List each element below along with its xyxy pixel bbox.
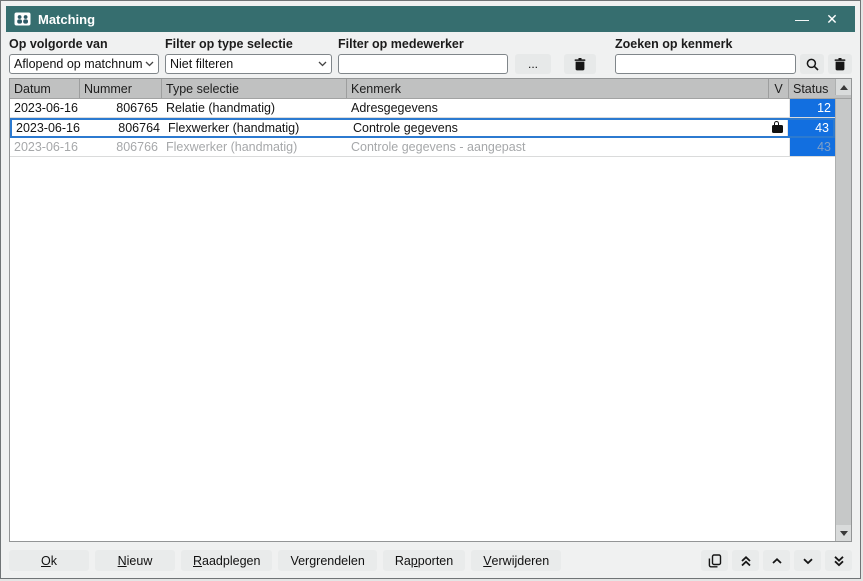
cell-datum: 2023-06-16 <box>12 120 82 136</box>
first-record-button[interactable] <box>732 550 759 571</box>
cell-datum: 2023-06-16 <box>10 99 80 117</box>
titlebar: Matching — ✕ <box>6 6 855 32</box>
column-header-type[interactable]: Type selectie <box>162 79 347 98</box>
search-icon <box>806 58 819 71</box>
trash-icon <box>574 58 586 71</box>
verwijderen-button[interactable]: Verwijderen <box>471 550 561 571</box>
type-filter-label: Filter op type selectie <box>165 37 332 51</box>
table-row[interactable]: 2023-06-16 806765 Relatie (handmatig) Ad… <box>10 99 835 118</box>
cell-locked <box>767 120 787 136</box>
cell-status: 43 <box>787 120 833 136</box>
ok-button[interactable]: Ok <box>9 550 89 571</box>
filter-bar: Op volgorde van Aflopend op matchnummer … <box>9 37 852 74</box>
bottom-button-bar: Ok Nieuw Raadplegen Vergrendelen Rapport… <box>9 550 852 571</box>
kenmerk-search-label: Zoeken op kenmerk <box>615 37 852 51</box>
vertical-scrollbar[interactable] <box>835 99 851 541</box>
type-filter-select[interactable]: Niet filteren <box>165 54 332 74</box>
next-record-button[interactable] <box>794 550 821 571</box>
table-body: 2023-06-16 806765 Relatie (handmatig) Ad… <box>10 99 851 541</box>
triangle-up-icon <box>840 85 848 90</box>
table-row[interactable]: 2023-06-16 806766 Flexwerker (handmatig)… <box>10 138 835 157</box>
cell-type: Flexwerker (handmatig) <box>164 120 349 136</box>
double-chevron-down-icon <box>833 555 845 567</box>
kenmerk-search-button[interactable] <box>800 54 824 74</box>
cell-nummer: 806766 <box>80 138 162 156</box>
close-button[interactable]: ✕ <box>817 7 847 31</box>
kenmerk-search-input[interactable] <box>615 54 796 74</box>
cell-nummer: 806765 <box>80 99 162 117</box>
previous-record-button[interactable] <box>763 550 790 571</box>
chevron-down-icon <box>145 61 154 67</box>
minimize-button[interactable]: — <box>787 7 817 31</box>
cell-datum: 2023-06-16 <box>10 138 80 156</box>
cell-status: 43 <box>789 138 835 156</box>
filter-group-type: Filter op type selectie Niet filteren <box>165 37 332 74</box>
table-empty-area <box>10 157 835 541</box>
rows-area: 2023-06-16 806765 Relatie (handmatig) Ad… <box>10 99 835 541</box>
lock-icon <box>772 125 783 134</box>
trash-icon <box>834 58 846 71</box>
order-select[interactable]: Aflopend op matchnummer <box>9 54 159 74</box>
filter-group-medewerker: Filter op medewerker ... <box>338 37 596 74</box>
order-select-value: Aflopend op matchnummer <box>14 57 143 71</box>
duplicate-button[interactable] <box>701 550 728 571</box>
window-title: Matching <box>38 12 787 27</box>
filter-group-kenmerk: Zoeken op kenmerk <box>615 37 852 74</box>
cell-locked <box>769 99 789 117</box>
medewerker-filter-label: Filter op medewerker <box>338 37 596 51</box>
column-header-v[interactable]: V <box>769 79 789 98</box>
kenmerk-clear-button[interactable] <box>828 54 852 74</box>
scrollbar-down-button[interactable] <box>836 525 851 541</box>
cell-status: 12 <box>789 99 835 117</box>
chevron-down-icon <box>318 61 327 67</box>
matching-table: Datum Nummer Type selectie Kenmerk V Sta… <box>9 78 852 542</box>
last-record-button[interactable] <box>825 550 852 571</box>
medewerker-input[interactable] <box>338 54 508 74</box>
filter-group-order: Op volgorde van Aflopend op matchnummer <box>9 37 159 74</box>
cell-kenmerk: Controle gegevens <box>349 120 767 136</box>
column-header-status[interactable]: Status <box>789 79 835 98</box>
cell-locked <box>769 138 789 156</box>
column-header-datum[interactable]: Datum <box>10 79 80 98</box>
table-header: Datum Nummer Type selectie Kenmerk V Sta… <box>10 79 851 99</box>
copy-icon <box>708 554 722 568</box>
scrollbar-up-button[interactable] <box>835 79 851 95</box>
order-label: Op volgorde van <box>9 37 159 51</box>
vergrendelen-button[interactable]: Vergrendelen <box>278 550 376 571</box>
column-header-kenmerk[interactable]: Kenmerk <box>347 79 769 98</box>
matching-contacts-icon <box>14 12 31 26</box>
chevron-down-icon <box>802 557 814 565</box>
type-filter-value: Niet filteren <box>170 57 316 71</box>
scrollbar-track[interactable] <box>836 99 851 525</box>
matching-window: Matching — ✕ Op volgorde van Aflopend op… <box>0 0 861 579</box>
cell-nummer: 806764 <box>82 120 164 136</box>
chevron-up-icon <box>771 557 783 565</box>
cell-kenmerk: Controle gegevens - aangepast <box>347 138 769 156</box>
medewerker-browse-button[interactable]: ... <box>515 54 551 74</box>
rapporten-button[interactable]: Rapporten <box>383 550 465 571</box>
cell-type: Relatie (handmatig) <box>162 99 347 117</box>
raadplegen-button[interactable]: Raadplegen <box>181 550 272 571</box>
cell-kenmerk: Adresgegevens <box>347 99 769 117</box>
medewerker-clear-button[interactable] <box>564 54 596 74</box>
nieuw-button[interactable]: Nieuw <box>95 550 175 571</box>
table-row-selected[interactable]: 2023-06-16 806764 Flexwerker (handmatig)… <box>10 118 835 138</box>
column-header-nummer[interactable]: Nummer <box>80 79 162 98</box>
double-chevron-up-icon <box>740 555 752 567</box>
triangle-down-icon <box>840 531 848 536</box>
cell-type: Flexwerker (handmatig) <box>162 138 347 156</box>
